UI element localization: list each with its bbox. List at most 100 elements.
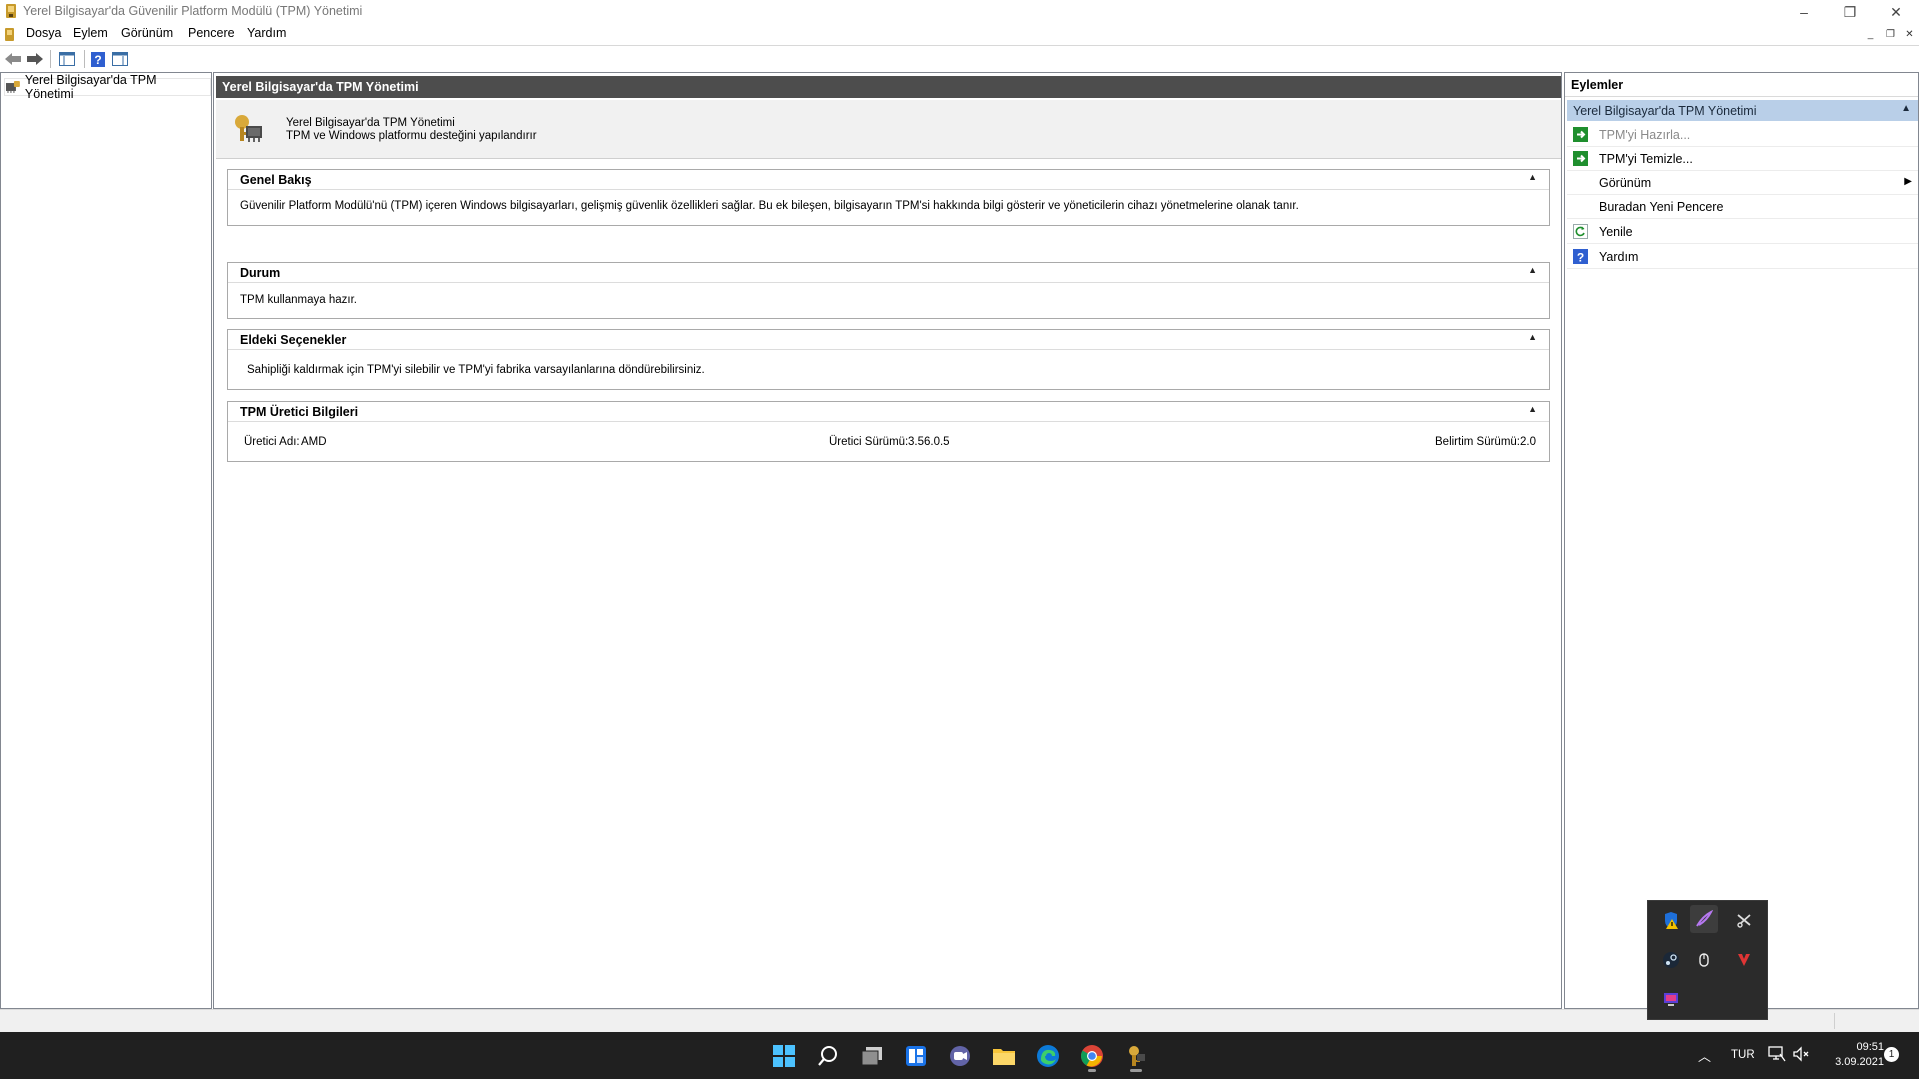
action-new-window[interactable]: Buradan Yeni Pencere [1567,195,1918,219]
restore-button[interactable]: ❐ [1827,0,1873,24]
clock-time: 09:51 [1856,1041,1884,1053]
minimize-button[interactable]: – [1781,0,1827,24]
close-button[interactable]: ✕ [1873,0,1919,24]
menu-yardim[interactable]: Yardım [247,26,286,40]
section-header[interactable]: Genel Bakış ▲ [228,170,1549,190]
system-menu-icon[interactable] [3,27,17,42]
file-explorer-button[interactable] [987,1040,1021,1072]
minimize-icon: – [1800,4,1808,20]
running-indicator [1088,1069,1096,1072]
chrome-icon [1081,1045,1103,1067]
menu-bar: Dosya Eylem Görünüm Pencere Yardım _ ❐ ✕ [0,24,1919,45]
edge-browser-button[interactable] [1031,1040,1065,1072]
mouse-app-icon[interactable] [1690,946,1718,974]
collapse-arrow-icon[interactable]: ▲ [1528,404,1537,414]
input-language-indicator[interactable]: TUR [1731,1049,1755,1061]
refresh-icon [1573,224,1588,239]
console-tree-icon [59,52,75,66]
actions-pane: Eylemler Yerel Bilgisayar'da TPM Yönetim… [1564,72,1919,1009]
section-manufacturer-info: TPM Üretici Bilgileri ▲ Üretici Adı: AMD… [227,401,1550,462]
chrome-browser-button[interactable] [1075,1040,1109,1072]
green-arrow-icon [1573,151,1588,166]
menu-eylem[interactable]: Eylem [73,26,108,40]
feather-app-icon[interactable] [1690,905,1718,933]
svg-text:?: ? [1577,251,1584,265]
widgets-icon [906,1046,926,1066]
console-tree-pane: Yerel Bilgisayar'da TPM Yönetimi [0,72,212,1009]
action-help[interactable]: ? Yardım [1567,245,1918,269]
folder-icon [993,1049,1015,1065]
action-clear-tpm[interactable]: TPM'yi Temizle... [1567,147,1918,171]
search-button[interactable] [811,1040,845,1072]
toolbar-separator [84,50,85,68]
task-view-button[interactable] [855,1040,889,1072]
collapse-arrow-icon[interactable]: ▲ [1528,265,1537,275]
actions-pane-title: Eylemler [1565,73,1918,97]
security-warning-icon[interactable] [1657,907,1685,935]
collapse-arrow-icon[interactable]: ▲ [1901,103,1911,114]
taskbar: ︿ TUR 09:51 3.09.2021 1 [0,1032,1919,1079]
volume-muted-icon[interactable] [1792,1045,1810,1066]
help-icon: ? [1573,249,1588,264]
red-app-icon[interactable] [1730,946,1758,974]
network-icon[interactable] [1768,1045,1786,1066]
start-button[interactable] [767,1040,801,1072]
steam-icon[interactable] [1657,946,1685,974]
show-hide-action-pane-button[interactable] [109,49,131,69]
section-header[interactable]: Durum ▲ [228,263,1549,283]
show-hide-console-tree-button[interactable] [56,49,78,69]
running-indicator [1130,1069,1142,1072]
actions-group-header[interactable]: Yerel Bilgisayar'da TPM Yönetimi ▲ [1567,100,1918,121]
spec-version-value: 2.0 [1520,436,1536,448]
restore-icon: ❐ [1886,29,1895,40]
windows-logo-icon [773,1045,795,1067]
action-label: TPM'yi Temizle... [1599,152,1693,166]
submenu-arrow-icon: ▶ [1904,176,1912,187]
clock[interactable]: 09:51 3.09.2021 [1828,1041,1884,1068]
tpm-app-icon [1129,1046,1145,1066]
mdi-minimize-button[interactable]: _ [1862,27,1879,42]
section-header[interactable]: TPM Üretici Bilgileri ▲ [228,402,1549,422]
section-header[interactable]: Eldeki Seçenekler ▲ [228,330,1549,350]
section-available-options: Eldeki Seçenekler ▲ Sahipliği kaldırmak … [227,329,1550,390]
action-prepare-tpm[interactable]: TPM'yi Hazırla... [1567,123,1918,147]
help-icon: ? [91,51,105,67]
manufacturer-version-label: Üretici Sürümü: [829,436,909,448]
widgets-button[interactable] [899,1040,933,1072]
tree-item-tpm-management[interactable]: Yerel Bilgisayar'da TPM Yönetimi [4,73,211,101]
tpm-chip-icon [230,112,264,146]
manufacturer-name-label: Üretici Adı: [244,436,300,448]
chat-button[interactable] [943,1040,977,1072]
spec-version-label: Belirtim Sürümü: [1435,436,1520,448]
title-bar: Yerel Bilgisayar'da Güvenilir Platform M… [0,0,1919,24]
task-view-icon [861,1047,882,1066]
mdi-restore-button[interactable]: ❐ [1882,27,1899,42]
action-label: TPM'yi Hazırla... [1599,128,1691,142]
menu-dosya[interactable]: Dosya [26,26,61,40]
action-refresh[interactable]: Yenile [1567,220,1918,244]
show-hidden-icons-button[interactable]: ︿ [1698,1046,1711,1065]
restore-icon: ❐ [1843,3,1857,20]
back-button[interactable] [2,49,24,69]
snapin-banner: Yerel Bilgisayar'da TPM Yönetimi TPM ve … [216,100,1561,159]
collapse-arrow-icon[interactable]: ▲ [1528,172,1537,182]
banner-title: Yerel Bilgisayar'da TPM Yönetimi [286,117,455,129]
forward-arrow-icon [27,53,43,65]
forward-button[interactable] [24,49,46,69]
display-app-icon[interactable] [1657,985,1685,1013]
section-status: Durum ▲ TPM kullanmaya hazır. [227,262,1550,319]
tpm-console-taskbar-button[interactable] [1119,1040,1153,1072]
menu-pencere[interactable]: Pencere [188,26,235,40]
banner-subtitle: TPM ve Windows platformu desteğini yapıl… [286,130,537,142]
help-toolbar-button[interactable]: ? [87,49,109,69]
notification-badge[interactable]: 1 [1884,1047,1899,1062]
tray-overflow-popup [1647,900,1768,1020]
action-view[interactable]: Görünüm ▶ [1567,171,1918,195]
menu-gorunum[interactable]: Görünüm [121,26,173,40]
mdi-close-button[interactable]: ✕ [1901,27,1918,42]
status-text: TPM kullanmaya hazır. [240,294,357,306]
snipping-tool-icon[interactable] [1730,907,1758,935]
results-pane: Yerel Bilgisayar'da TPM Yönetimi Yerel B… [213,72,1562,1009]
collapse-arrow-icon[interactable]: ▲ [1528,332,1537,342]
action-label: Görünüm [1599,176,1652,190]
